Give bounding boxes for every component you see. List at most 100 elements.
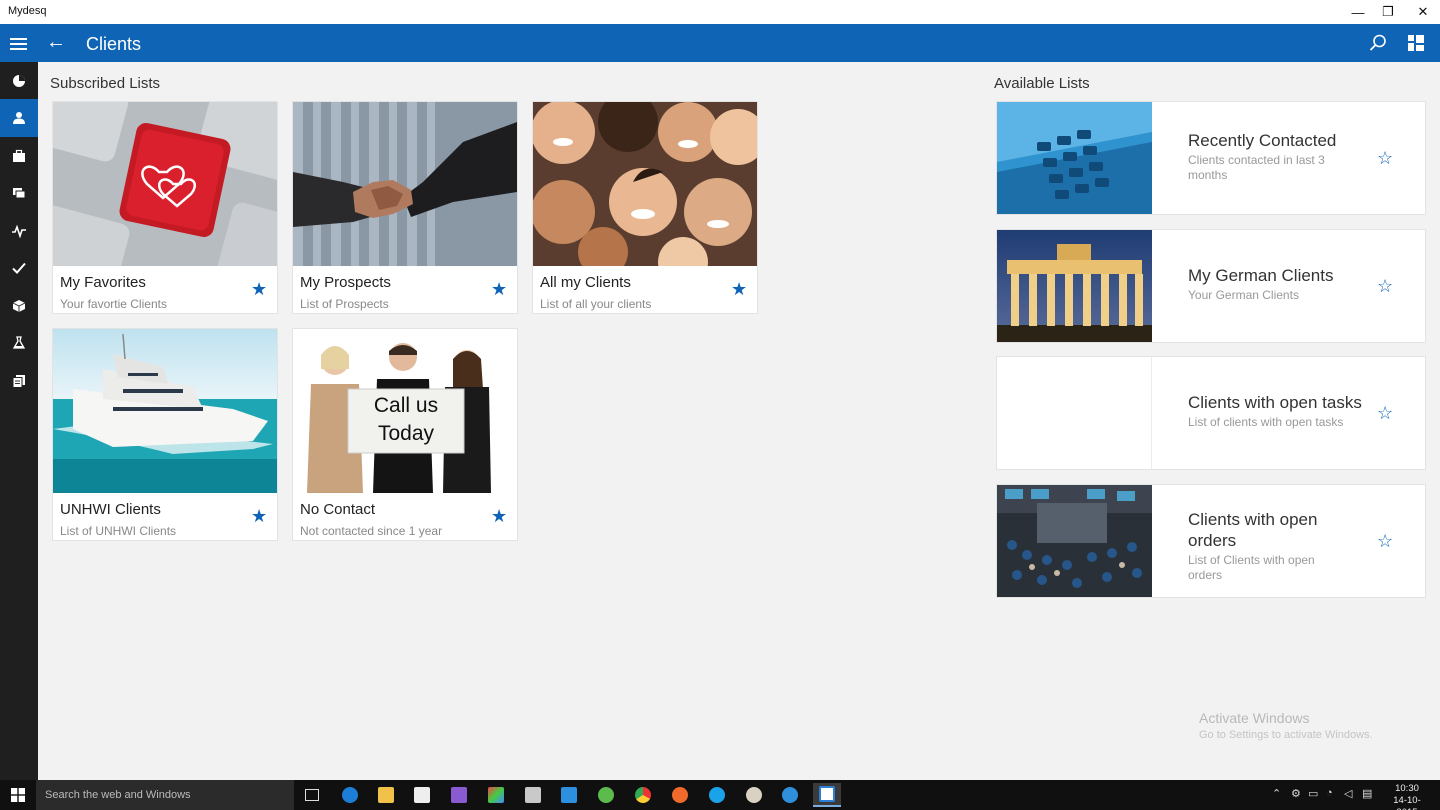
available-list-title: My German Clients <box>1188 266 1334 285</box>
sidebar <box>0 62 38 780</box>
app-blue-icon <box>561 787 577 803</box>
sidebar-item-documents[interactable] <box>0 362 38 400</box>
subscribed-lists-heading: Subscribed Lists <box>50 75 161 92</box>
taskbar-clock[interactable]: 10:30 14-10-2015 <box>1384 783 1430 810</box>
list-tile-no-contact[interactable]: Call us Today No Contact Not contacted s… <box>292 328 518 541</box>
sidebar-item-activity[interactable] <box>0 212 38 250</box>
taskbar-app-blue[interactable] <box>555 783 583 807</box>
taskbar: Search the web and Windows ⌃ ⚙ ▭ ◔ ◁ ▤ 1… <box>0 780 1440 810</box>
subscribed-star-icon[interactable]: ★ <box>251 280 267 298</box>
list-tile-unhwi-clients[interactable]: UNHWI Clients List of UNHWI Clients ★ <box>52 328 278 541</box>
subscribe-star-icon[interactable]: ☆ <box>1377 532 1393 550</box>
taskbar-search-box[interactable]: Search the web and Windows <box>36 780 294 810</box>
taskbar-app-snipping-tool[interactable] <box>519 783 547 807</box>
subscribe-star-icon[interactable]: ☆ <box>1377 277 1393 295</box>
maximize-button[interactable]: ❐ <box>1370 0 1406 24</box>
available-list-subtitle: List of clients with open tasks <box>1188 415 1344 429</box>
telephone-keypad-image <box>997 102 1152 214</box>
hamburger-menu-icon[interactable] <box>10 38 27 50</box>
subscribed-star-icon[interactable]: ★ <box>251 507 267 525</box>
activate-windows-hint: Go to Settings to activate Windows. <box>1199 729 1373 741</box>
tile-subtitle: Not contacted since 1 year <box>300 524 443 538</box>
close-button[interactable]: ✕ <box>1405 0 1440 24</box>
sidebar-item-portfolio[interactable] <box>0 137 38 175</box>
subscribe-star-icon[interactable]: ☆ <box>1377 404 1393 422</box>
activity-icon <box>12 224 26 238</box>
sign-line-1: Call us <box>373 394 439 417</box>
tray-chevron-icon[interactable]: ⌃ <box>1272 787 1281 800</box>
taskbar-app-file-explorer[interactable] <box>372 783 400 807</box>
yacht-image <box>53 329 277 493</box>
taskbar-app-store[interactable] <box>408 783 436 807</box>
page-title: Clients <box>86 34 142 54</box>
box-icon <box>12 300 26 312</box>
clock-time: 10:30 <box>1395 783 1419 794</box>
start-button[interactable] <box>0 780 36 810</box>
app-orange-icon <box>672 787 688 803</box>
taskbar-app-mydesq[interactable] <box>813 783 841 807</box>
taskbar-app-edge[interactable] <box>336 783 364 807</box>
list-tile-my-favorites[interactable]: My Favorites Your favortie Clients ★ <box>52 101 278 314</box>
subscribed-star-icon[interactable]: ★ <box>731 280 747 298</box>
sign-line-2: Today <box>377 422 435 445</box>
tiles-view-icon[interactable] <box>1408 35 1424 51</box>
subscribed-star-icon[interactable]: ★ <box>491 507 507 525</box>
tile-title: UNHWI Clients <box>60 501 161 518</box>
tile-title: My Favorites <box>60 274 146 291</box>
store-icon <box>414 787 430 803</box>
documents-icon <box>12 375 25 388</box>
list-tile-my-prospects[interactable]: My Prospects List of Prospects ★ <box>292 101 518 314</box>
available-lists-heading: Available Lists <box>994 75 1090 92</box>
sidebar-item-research[interactable] <box>0 324 38 362</box>
available-list-recently-contacted[interactable]: Recently Contacted Clients contacted in … <box>996 101 1426 215</box>
sidebar-item-products[interactable] <box>0 287 38 325</box>
taskbar-search-placeholder: Search the web and Windows <box>45 789 191 801</box>
tile-subtitle: List of UNHWI Clients <box>60 524 177 538</box>
taskbar-app-paint-brush[interactable] <box>740 783 768 807</box>
taskbar-app-paint[interactable] <box>482 783 510 807</box>
heart-key-image <box>53 102 277 266</box>
sidebar-item-clients[interactable] <box>0 99 38 137</box>
briefcase-icon <box>13 149 25 162</box>
tile-subtitle: Your favortie Clients <box>60 297 167 311</box>
empty-image-placeholder <box>997 357 1152 469</box>
available-list-clients-with-open-tasks[interactable]: Clients with open tasks List of clients … <box>996 356 1426 470</box>
internet-explorer-icon <box>782 787 798 803</box>
snipping-tool-icon <box>525 787 541 803</box>
sidebar-item-messages[interactable] <box>0 174 38 212</box>
available-list-my-german-clients[interactable]: My German Clients Your German Clients ☆ <box>996 229 1426 343</box>
sidebar-item-tasks[interactable] <box>0 249 38 287</box>
task-view-icon <box>305 789 319 801</box>
list-tile-all-my-clients[interactable]: All my Clients List of all your clients … <box>532 101 758 314</box>
taskbar-app-visual-studio[interactable] <box>445 783 473 807</box>
chat-icon <box>13 188 26 199</box>
handshake-image <box>293 102 517 266</box>
flask-icon <box>12 336 26 349</box>
brandenburg-gate-image <box>997 230 1152 342</box>
tray-network-icon[interactable]: ⚙ <box>1291 787 1301 800</box>
search-icon[interactable] <box>1368 33 1388 53</box>
check-icon <box>12 262 26 274</box>
tray-volume-icon[interactable]: ◁ <box>1344 787 1352 800</box>
tray-wifi-icon[interactable]: ◔ <box>1326 787 1333 799</box>
available-list-subtitle: Clients contacted in last 3 months <box>1188 153 1325 182</box>
clock-date: 14-10-2015 <box>1393 795 1421 810</box>
folder-icon <box>378 787 394 803</box>
call-us-today-image: Call us Today <box>293 329 517 493</box>
taskbar-app-orange[interactable] <box>666 783 694 807</box>
skype-icon <box>709 787 725 803</box>
taskbar-app-green[interactable] <box>592 783 620 807</box>
sidebar-item-dashboard[interactable] <box>0 62 38 100</box>
dashboard-icon <box>13 75 25 87</box>
taskbar-app-chrome[interactable] <box>629 783 657 807</box>
available-list-clients-with-open-orders[interactable]: Clients with open orders List of Clients… <box>996 484 1426 598</box>
tray-battery-icon[interactable]: ▭ <box>1308 787 1318 800</box>
back-arrow-icon[interactable]: ← <box>46 32 66 52</box>
subscribe-star-icon[interactable]: ☆ <box>1377 149 1393 167</box>
tray-notifications-icon[interactable]: ▤ <box>1362 787 1372 800</box>
available-list-subtitle: List of Clients with open orders <box>1188 553 1315 582</box>
subscribed-star-icon[interactable]: ★ <box>491 280 507 298</box>
taskbar-app-skype[interactable] <box>703 783 731 807</box>
task-view-button[interactable] <box>298 783 326 807</box>
taskbar-app-internet-explorer[interactable] <box>776 783 804 807</box>
